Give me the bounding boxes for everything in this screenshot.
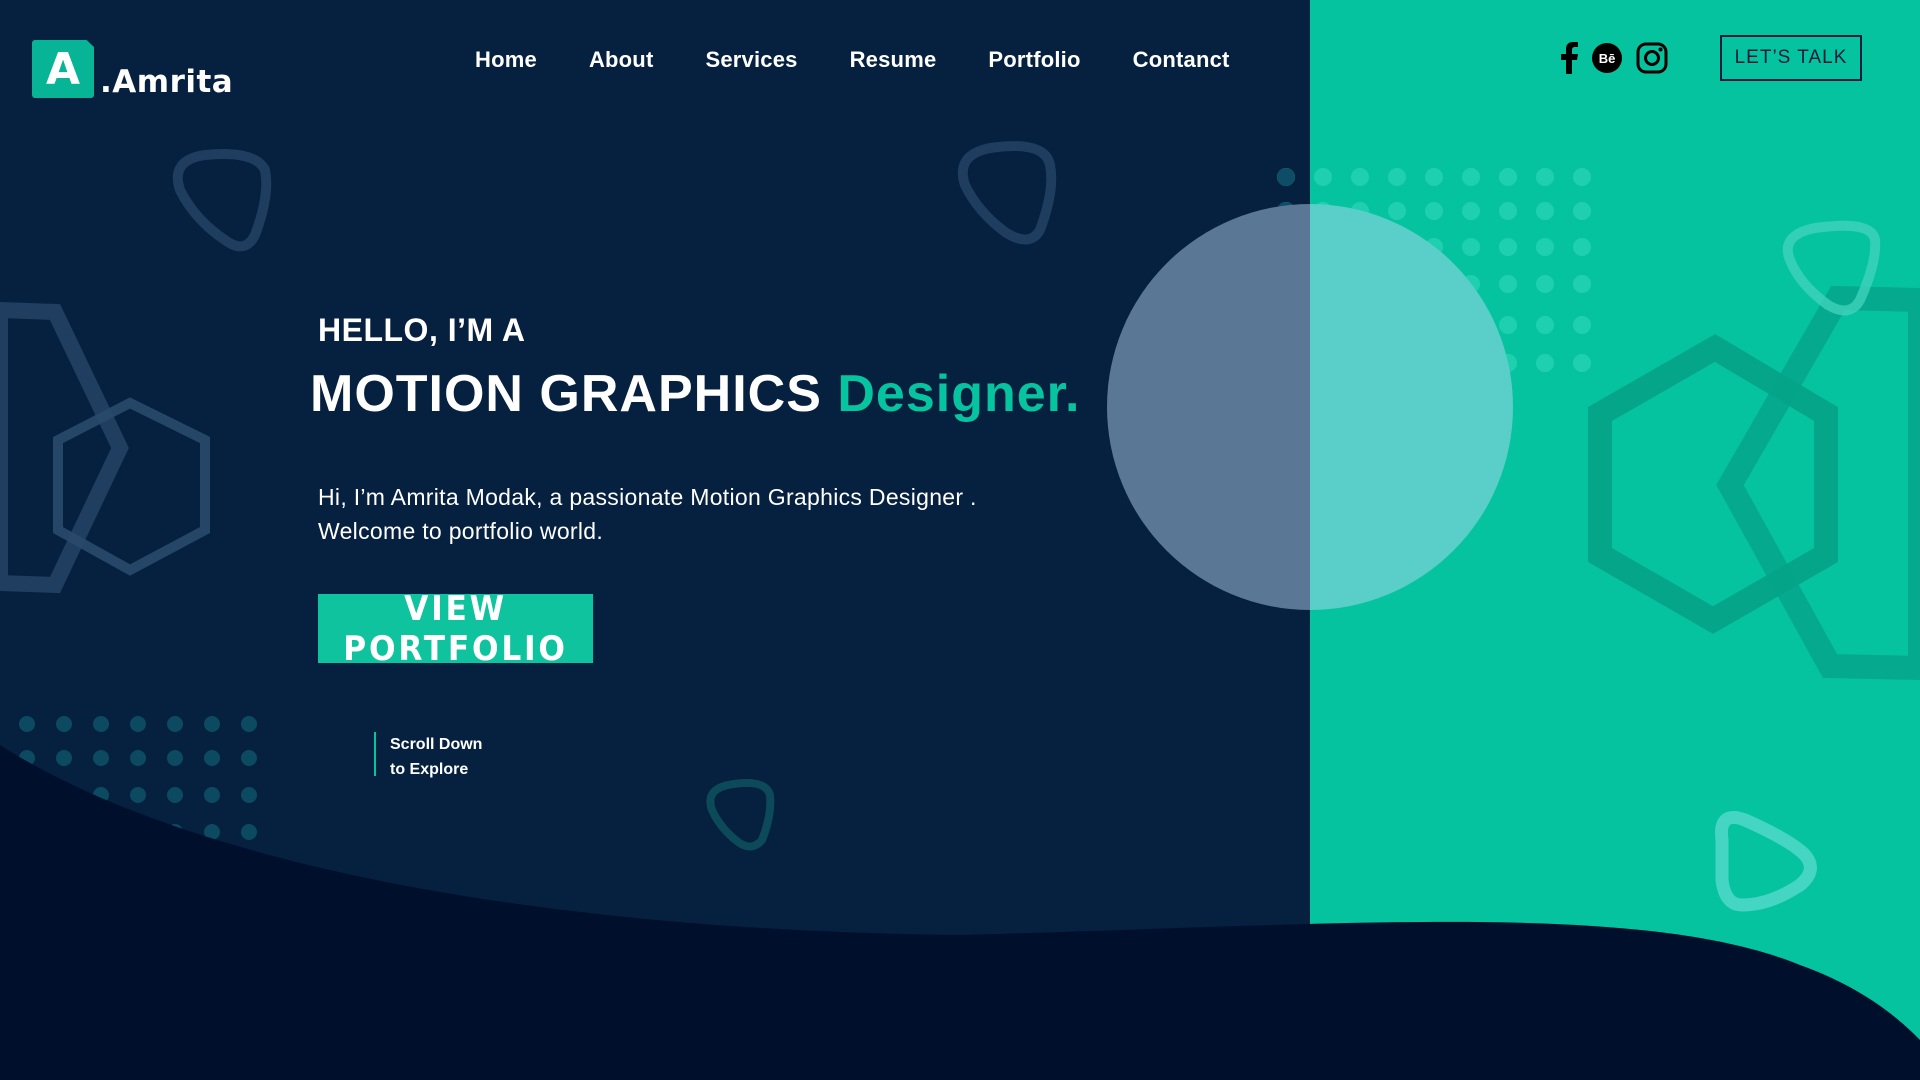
brand-name: .Amrita [100, 64, 234, 100]
nav-link-portfolio[interactable]: Portfolio [988, 47, 1080, 73]
view-portfolio-button[interactable]: VIEW PORTFOLIO [318, 589, 594, 669]
scroll-hint[interactable]: Scroll Down to Explore [374, 732, 483, 778]
facebook-icon[interactable] [1560, 42, 1578, 74]
hero-intro: Hi, I’m Amrita Modak, a passionate Motio… [318, 480, 1078, 548]
intro-line-2: Welcome to portfolio world. [318, 518, 604, 544]
hero-headline: MOTION GRAPHICS Designer. [310, 364, 1080, 424]
nav-link-services[interactable]: Services [705, 47, 797, 73]
hero-background-teal [1310, 0, 1920, 1080]
lets-talk-button[interactable]: LET’S TALK [1720, 35, 1862, 81]
headline-accent: Designer. [837, 365, 1081, 423]
scroll-hint-line-2: to Explore [390, 761, 469, 778]
nav-link-home[interactable]: Home [475, 47, 537, 73]
instagram-icon[interactable] [1636, 42, 1668, 74]
social-links: Bē [1560, 42, 1668, 74]
nav-link-about[interactable]: About [589, 47, 654, 73]
main-nav: Home About Services Resume Portfolio Con… [475, 47, 1282, 73]
behance-icon[interactable]: Bē [1592, 43, 1622, 73]
logo-mark: A [32, 40, 94, 98]
brand-logo[interactable]: A .Amrita [32, 40, 234, 100]
scroll-hint-line-1: Scroll Down [390, 736, 483, 753]
hero-greeting: HELLO, I’M A [318, 312, 526, 348]
headline-main: MOTION GRAPHICS [310, 365, 822, 423]
nav-link-resume[interactable]: Resume [850, 47, 937, 73]
nav-link-contact[interactable]: Contanct [1133, 47, 1230, 73]
intro-line-1: Hi, I’m Amrita Modak, a passionate Motio… [318, 484, 977, 510]
